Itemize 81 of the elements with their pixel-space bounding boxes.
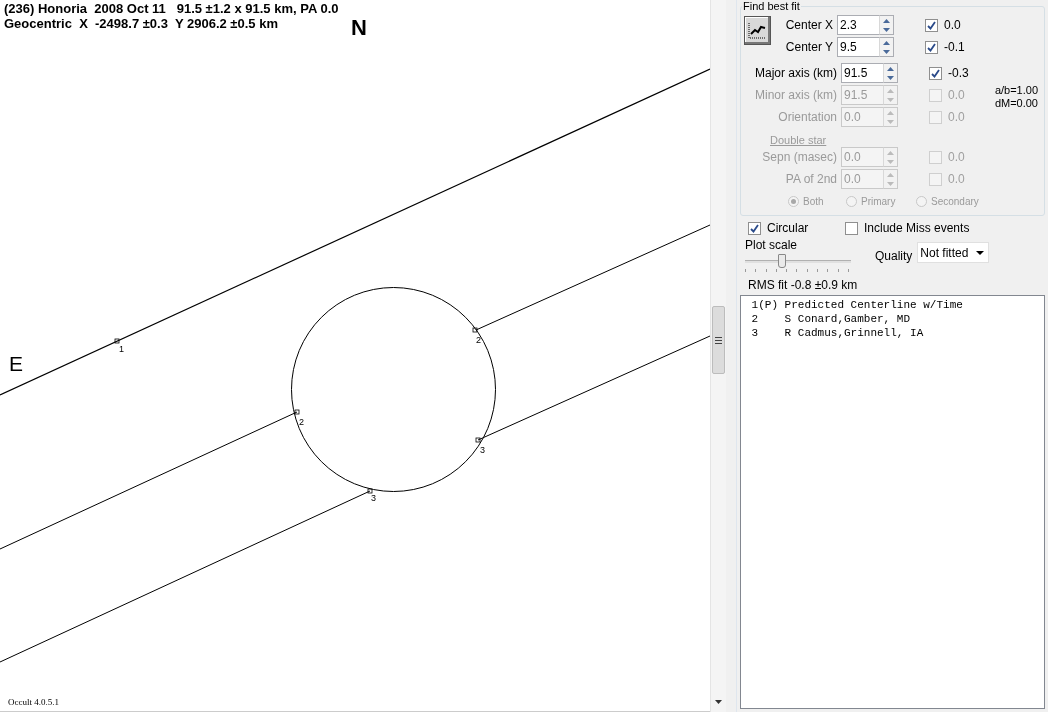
fit-checkbox[interactable] <box>925 40 938 54</box>
chord-label: 1 <box>119 344 124 354</box>
down-arrow-icon <box>887 75 894 80</box>
spin-up-button[interactable] <box>880 38 893 47</box>
down-arrow-icon <box>887 181 894 186</box>
plot-scale-label: Plot scale <box>745 238 799 252</box>
double-star-label: Double star <box>770 134 828 146</box>
spin-down-button[interactable] <box>880 47 893 56</box>
event-marker <box>114 338 120 344</box>
checkbox-label[interactable]: Circular <box>767 221 809 235</box>
slider-thumb[interactable] <box>778 254 786 268</box>
chord-label: 3 <box>371 493 376 503</box>
down-arrow-icon <box>883 27 890 32</box>
parameter-label: Minor axis (km) <box>754 88 838 102</box>
plot-title: Geocentric X -2498.7 ±0.3 Y 2906.2 ±0.5 km <box>4 16 278 31</box>
up-arrow-icon <box>887 110 894 115</box>
fit-checkbox[interactable] <box>929 172 942 186</box>
parameter-label: PA of 2nd <box>784 172 838 186</box>
residual-value: 0.0 <box>948 172 965 186</box>
chord-label: 2 <box>476 335 481 345</box>
number-field[interactable]: 9.5 <box>837 37 879 57</box>
include-miss-checkbox[interactable] <box>845 221 858 235</box>
residual-value: -0.1 <box>944 40 965 54</box>
number-field[interactable]: 2.3 <box>837 15 879 35</box>
spin-down-button[interactable] <box>884 73 897 82</box>
down-arrow-icon <box>887 159 894 164</box>
plot-title: (236) Honoria 2008 Oct 11 91.5 ±1.2 x 91.5 km, PA 0.0 <box>4 1 339 16</box>
checkbox-label[interactable]: Include Miss events <box>864 221 970 235</box>
down-arrow-icon[interactable] <box>715 700 722 704</box>
scrollbar-thumb[interactable] <box>712 306 725 374</box>
up-arrow-icon <box>887 88 894 93</box>
quality-label: Quality <box>875 249 913 263</box>
parameter-label: Sepn (masec) <box>761 150 838 164</box>
north-label: N <box>351 15 367 40</box>
up-arrow-icon <box>887 66 894 71</box>
fit-ratio-text: dM=0.00 <box>994 97 1038 110</box>
residual-value: 0.0 <box>944 18 961 32</box>
fit-button[interactable] <box>744 16 771 45</box>
event-list-item[interactable]: 1(P) Predicted Centerline w/Time <box>745 298 1040 312</box>
event-list-item[interactable]: 2 S Conard,Gamber, MD <box>745 312 1040 326</box>
event-marker <box>294 409 300 415</box>
fit-checkbox[interactable] <box>929 110 942 124</box>
residual-value: -0.3 <box>948 66 969 80</box>
spin-up-button[interactable] <box>884 64 897 73</box>
parameter-label: Major axis (km) <box>754 66 838 80</box>
version-label: Occult 4.0.5.1 <box>8 697 59 707</box>
residual-value: 0.0 <box>948 88 965 102</box>
fit-checkbox[interactable] <box>925 18 938 32</box>
chord-label: 3 <box>480 445 485 455</box>
parameter-label: Center X <box>784 18 834 32</box>
event-marker <box>472 327 478 333</box>
number-field[interactable]: 91.5 <box>841 63 883 83</box>
down-arrow-icon <box>883 49 890 54</box>
spin-up-button[interactable] <box>880 16 893 25</box>
up-arrow-icon <box>887 150 894 155</box>
group-title: Find best fit <box>742 0 801 12</box>
down-arrow-icon <box>887 97 894 102</box>
event-marker <box>475 437 481 443</box>
plot-scale-slider[interactable] <box>745 254 851 268</box>
caret-icon <box>976 250 985 255</box>
event-list-item[interactable]: 3 R Cadmus,Grinnell, IA <box>745 326 1040 340</box>
fit-ratio-text: a/b=1.00 <box>994 84 1038 97</box>
parameter-label: Orientation <box>777 110 838 124</box>
up-arrow-icon <box>883 18 890 23</box>
parameter-label: Center Y <box>784 40 834 54</box>
circular-checkbox[interactable] <box>748 221 761 235</box>
fit-checkbox[interactable] <box>929 88 942 102</box>
spin-down-button[interactable] <box>880 25 893 34</box>
chord-label: 2 <box>299 417 304 427</box>
event-marker <box>367 488 373 494</box>
fit-checkbox[interactable] <box>929 150 942 164</box>
chart-icon <box>748 22 767 39</box>
down-arrow-icon <box>887 119 894 124</box>
residual-value: 0.0 <box>948 110 965 124</box>
rms-fit-text: RMS fit -0.8 ±0.9 km <box>748 278 859 292</box>
fit-checkbox[interactable] <box>929 66 942 80</box>
residual-value: 0.0 <box>948 150 965 164</box>
quality-dropdown[interactable]: Not fitted <box>917 242 990 263</box>
up-arrow-icon <box>883 40 890 45</box>
up-arrow-icon <box>887 172 894 177</box>
east-label: E <box>9 352 23 375</box>
